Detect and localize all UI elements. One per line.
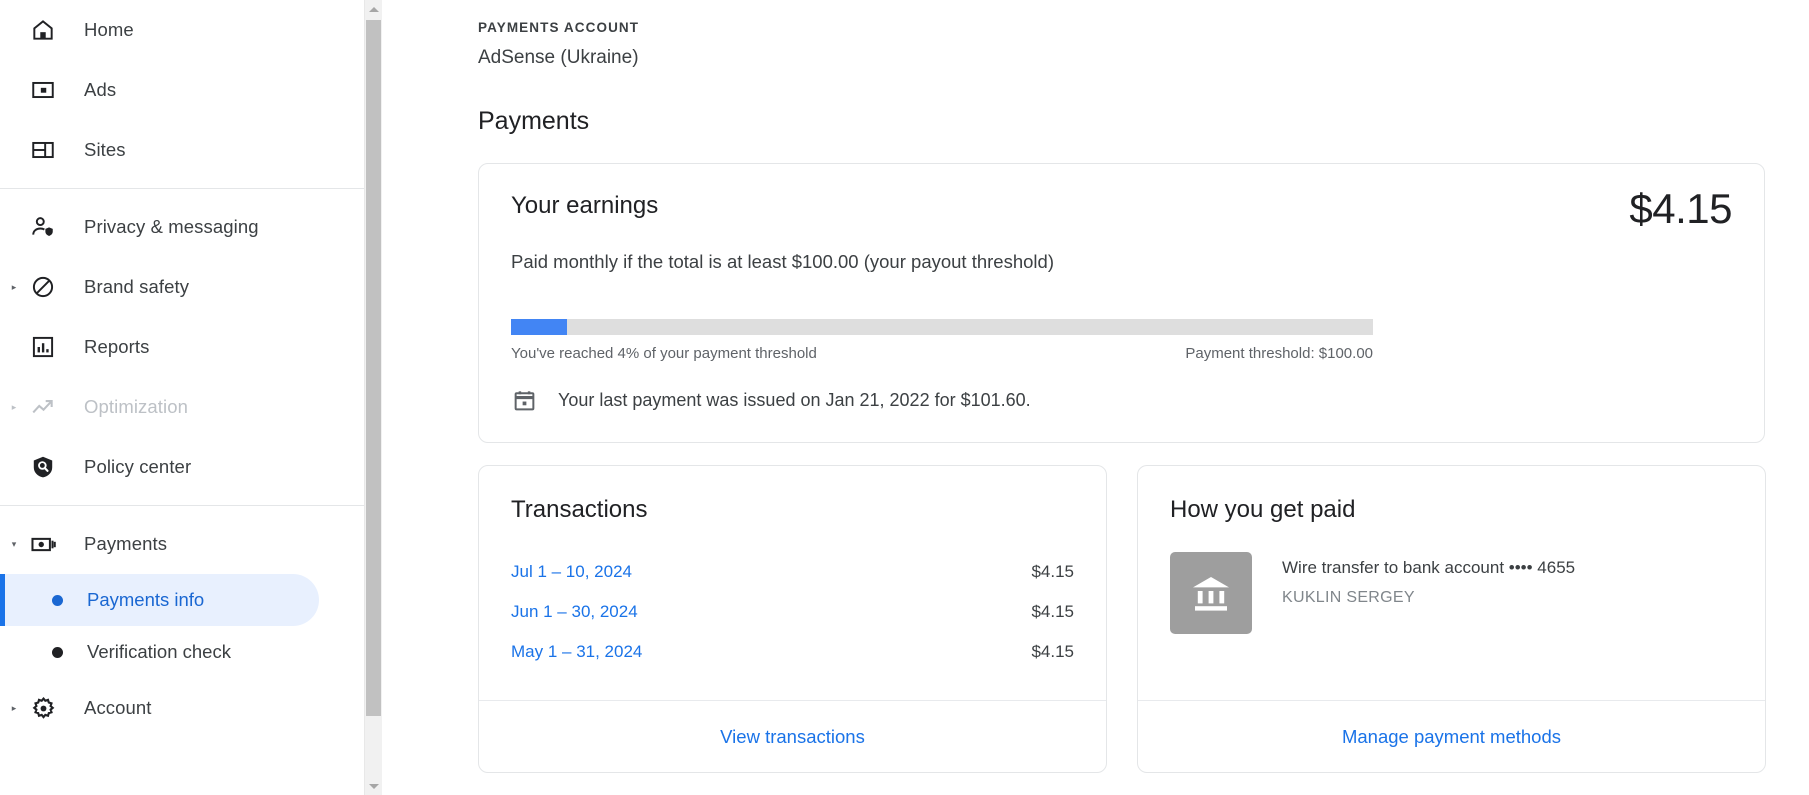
how-you-get-paid-card: How you get paid Wire transfer to bank a… xyxy=(1137,465,1766,773)
sidebar-divider-1 xyxy=(0,188,364,189)
sidebar-item-payments[interactable]: ▾ Payments xyxy=(0,514,364,574)
payment-method-description: Wire transfer to bank account •••• 4655 xyxy=(1282,558,1576,577)
sidebar-item-label: Account xyxy=(84,697,152,718)
manage-payment-methods-label: Manage payment methods xyxy=(1341,725,1562,747)
view-transactions-label: View transactions xyxy=(720,725,865,747)
ads-icon xyxy=(28,75,58,105)
sidebar-item-label: Home xyxy=(84,19,134,40)
transaction-date-link[interactable]: Jul 1 – 10, 2024 xyxy=(511,562,632,582)
sidebar-item-ads[interactable]: ▸ Ads xyxy=(0,60,364,120)
sites-icon xyxy=(28,135,58,165)
sidebar-item-brand-safety[interactable]: ▸ Brand safety xyxy=(0,257,364,317)
sidebar-item-label: Sites xyxy=(84,139,126,160)
sidebar-subitem-label: Verification check xyxy=(87,641,231,662)
sidebar-item-verification-check[interactable]: Verification check xyxy=(0,626,319,678)
sidebar-item-policy-center[interactable]: ▸ Policy center xyxy=(0,437,364,497)
sidebar-item-label: Payments xyxy=(84,533,168,554)
home-icon xyxy=(28,15,58,45)
how-you-get-paid-body: How you get paid Wire transfer to bank a… xyxy=(1138,466,1765,700)
sidebar-item-label: Ads xyxy=(84,79,117,100)
sidebar-item-label: Policy center xyxy=(84,456,192,477)
payments-account-name: AdSense (Ukraine) xyxy=(478,47,639,68)
progress-reached-label: You've reached 4% of your payment thresh… xyxy=(511,345,817,362)
chevron-right-icon[interactable]: ▸ xyxy=(0,703,28,713)
app-root: ▸ Home ▸ Ads xyxy=(0,0,1809,795)
progress-track xyxy=(511,319,1373,335)
block-circle-icon xyxy=(28,272,58,302)
money-icon xyxy=(28,529,58,559)
policy-shield-icon xyxy=(28,452,58,482)
transactions-card: Transactions Jul 1 – 10, 2024 $4.15 Jun 1 … xyxy=(478,465,1107,773)
transaction-amount: $4.15 xyxy=(1031,562,1074,581)
payment-method-row: Wire transfer to bank account •••• 4655 … xyxy=(1170,552,1733,634)
transactions-list: Jul 1 – 10, 2024 $4.15 Jun 1 – 30, 2024 $4.… xyxy=(511,552,1074,672)
sidebar-divider-2 xyxy=(0,505,364,506)
sidebar-item-label: Brand safety xyxy=(84,276,190,297)
sidebar-item-reports[interactable]: ▸ Reports xyxy=(0,317,364,377)
payments-account-eyebrow: PAYMENTS ACCOUNT xyxy=(478,20,640,35)
sidebar-group-payments: ▾ Payments Payments info Verification ch… xyxy=(0,514,364,738)
bar-chart-icon xyxy=(28,332,58,362)
sidebar-item-optimization[interactable]: ▸ Optimization xyxy=(0,377,364,437)
sidebar-item-label: Privacy & messaging xyxy=(84,216,259,237)
payment-threshold-label: Payment threshold: $100.00 xyxy=(1185,345,1373,362)
transactions-title: Transactions xyxy=(511,496,648,523)
bullet-icon xyxy=(42,646,72,658)
gear-icon xyxy=(28,693,58,723)
transaction-row: Jul 1 – 10, 2024 $4.15 xyxy=(511,552,1074,592)
bank-icon xyxy=(1170,552,1252,634)
page-title: Payments xyxy=(478,107,590,135)
sidebar-group-secondary: ▸ Privacy & messaging ▸ xyxy=(0,197,364,497)
how-you-get-paid-title: How you get paid xyxy=(1170,496,1356,523)
sidebar-item-payments-info[interactable]: Payments info xyxy=(0,574,319,626)
sidebar-item-label: Reports xyxy=(84,336,150,357)
manage-payment-methods-button[interactable]: Manage payment methods xyxy=(1138,700,1765,772)
chevron-right-icon[interactable]: ▸ xyxy=(0,402,28,412)
sidebar-item-sites[interactable]: ▸ Sites xyxy=(0,120,364,180)
last-payment-text: Your last payment was issued on Jan 21, … xyxy=(558,389,1031,410)
your-earnings-card: Your earnings $4.15 Paid monthly if the … xyxy=(478,163,1765,443)
cards-row: Transactions Jul 1 – 10, 2024 $4.15 Jun 1 … xyxy=(478,465,1779,773)
earnings-header: Your earnings $4.15 xyxy=(511,188,1732,230)
main-content: PAYMENTS ACCOUNT AdSense (Ukraine) Payme… xyxy=(364,0,1809,795)
transactions-body: Transactions Jul 1 – 10, 2024 $4.15 Jun 1 … xyxy=(479,466,1106,700)
transaction-date-link[interactable]: May 1 – 31, 2024 xyxy=(511,642,642,662)
sidebar-group-primary: ▸ Home ▸ Ads xyxy=(0,0,364,180)
calendar-icon xyxy=(511,387,537,413)
last-payment-row: Your last payment was issued on Jan 21, … xyxy=(511,387,1732,413)
trending-up-icon xyxy=(28,392,58,422)
transaction-row: May 1 – 31, 2024 $4.15 xyxy=(511,632,1074,672)
sidebar-subitem-label: Payments info xyxy=(87,589,205,610)
transaction-amount: $4.15 xyxy=(1031,642,1074,661)
transaction-row: Jun 1 – 30, 2024 $4.15 xyxy=(511,592,1074,632)
sidebar-item-privacy-messaging[interactable]: ▸ Privacy & messaging xyxy=(0,197,364,257)
progress-legend: You've reached 4% of your payment thresh… xyxy=(511,345,1373,362)
progress-fill xyxy=(511,319,568,335)
bullet-icon xyxy=(42,594,72,606)
payment-account-holder: KUKLIN SERGEY xyxy=(1282,589,1415,606)
earnings-title: Your earnings xyxy=(511,192,659,219)
view-transactions-button[interactable]: View transactions xyxy=(479,700,1106,772)
sidebar-item-account[interactable]: ▸ Account xyxy=(0,678,364,738)
sidebar-item-home[interactable]: ▸ Home xyxy=(0,0,364,60)
transaction-amount: $4.15 xyxy=(1031,602,1074,621)
privacy-person-shield-icon xyxy=(28,212,58,242)
payment-method-text: Wire transfer to bank account •••• 4655 … xyxy=(1282,552,1575,607)
transaction-date-link[interactable]: Jun 1 – 30, 2024 xyxy=(511,602,638,622)
payment-threshold-progress: You've reached 4% of your payment thresh… xyxy=(511,319,1373,362)
chevron-down-icon[interactable]: ▾ xyxy=(0,539,28,549)
sidebar: ▸ Home ▸ Ads xyxy=(0,0,364,795)
earnings-amount: $4.15 xyxy=(1629,185,1732,232)
earnings-subtitle: Paid monthly if the total is at least $1… xyxy=(511,251,1054,272)
chevron-right-icon[interactable]: ▸ xyxy=(0,282,28,292)
sidebar-item-label: Optimization xyxy=(84,396,189,417)
